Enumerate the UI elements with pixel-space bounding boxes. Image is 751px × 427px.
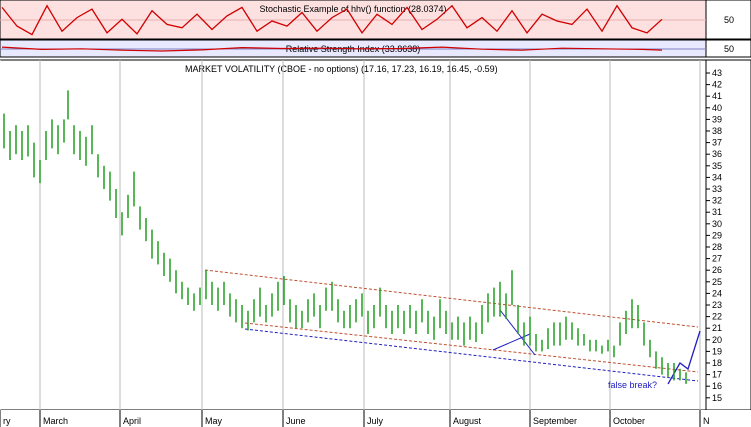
y-tick-label: 36 — [712, 149, 722, 159]
y-tick-label: 16 — [712, 381, 722, 391]
month-label: October — [613, 416, 645, 426]
y-tick-label: 43 — [712, 68, 722, 78]
y-tick-label: 39 — [712, 114, 722, 124]
false-break-annotation: false break? — [608, 380, 657, 390]
month-label: June — [286, 416, 306, 426]
y-tick-label: 32 — [712, 196, 722, 206]
price-panel — [0, 59, 707, 411]
y-tick-label: 42 — [712, 80, 722, 90]
rsi-tick: 50 — [724, 44, 734, 54]
y-tick-label: 15 — [712, 393, 722, 403]
y-tick-label: 38 — [712, 126, 722, 136]
month-label: April — [123, 416, 141, 426]
y-tick-label: 41 — [712, 91, 722, 101]
y-tick-label: 18 — [712, 358, 722, 368]
stochastic-tick: 50 — [724, 15, 734, 25]
chart-area: Stochastic Example of hhv() function (28… — [0, 0, 751, 427]
y-tick-label: 17 — [712, 370, 722, 380]
y-tick-label: 40 — [712, 103, 722, 113]
y-tick-label: 30 — [712, 219, 722, 229]
y-tick-label: 26 — [712, 265, 722, 275]
y-tick-label: 28 — [712, 242, 722, 252]
month-label: N — [703, 416, 710, 426]
price-title: MARKET VOLATILITY (CBOE - no options) (1… — [185, 64, 498, 74]
month-label: July — [367, 416, 384, 426]
y-tick-label: 35 — [712, 161, 722, 171]
month-label: September — [533, 416, 577, 426]
y-tick-label: 20 — [712, 335, 722, 345]
y-tick-label: 29 — [712, 230, 722, 240]
y-tick-label: 34 — [712, 172, 722, 182]
y-tick-label: 31 — [712, 207, 722, 217]
month-label: August — [453, 416, 482, 426]
y-tick-label: 24 — [712, 288, 722, 298]
month-label: March — [43, 416, 68, 426]
y-tick-label: 19 — [712, 346, 722, 356]
month-label: ry — [3, 416, 11, 426]
stochastic-title: Stochastic Example of hhv() function (28… — [259, 4, 446, 14]
y-tick-label: 22 — [712, 312, 722, 322]
y-tick-label: 37 — [712, 138, 722, 148]
y-tick-label: 27 — [712, 254, 722, 264]
month-label: May — [205, 416, 223, 426]
y-tick-label: 23 — [712, 300, 722, 310]
y-tick-label: 33 — [712, 184, 722, 194]
y-tick-label: 25 — [712, 277, 722, 287]
y-tick-label: 21 — [712, 323, 722, 333]
